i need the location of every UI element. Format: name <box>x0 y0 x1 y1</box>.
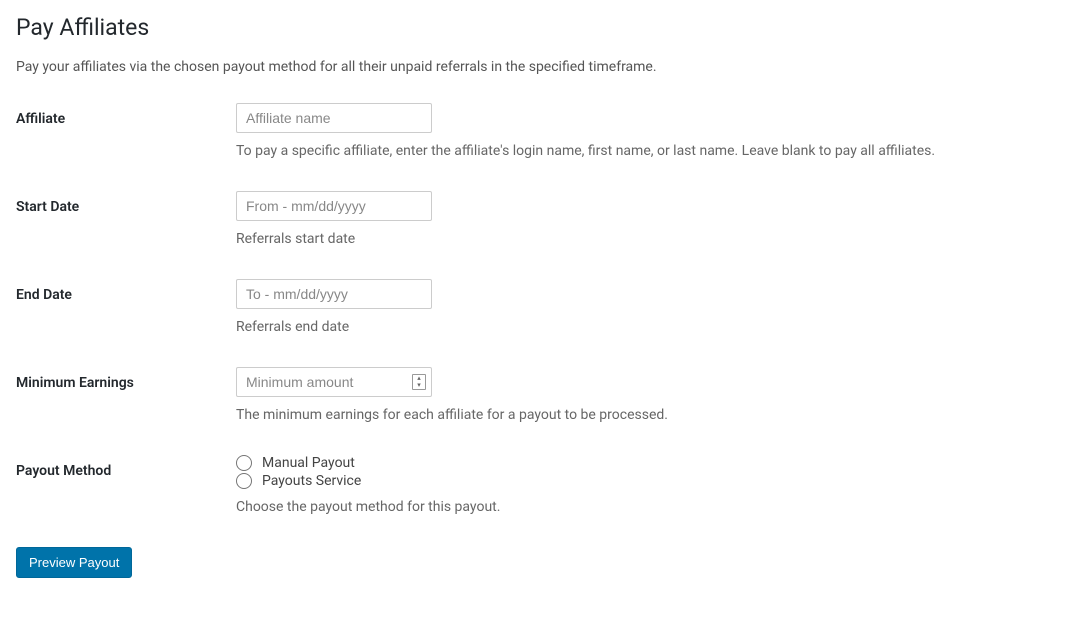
payouts-service-radio[interactable] <box>236 473 252 489</box>
preview-payout-button[interactable]: Preview Payout <box>16 547 132 578</box>
affiliate-input[interactable] <box>236 103 432 133</box>
manual-payout-label[interactable]: Manual Payout <box>262 455 355 471</box>
manual-payout-radio[interactable] <box>236 455 252 471</box>
payout-method-help: Choose the payout method for this payout… <box>236 499 1066 515</box>
end-date-label: End Date <box>16 279 236 303</box>
page-description: Pay your affiliates via the chosen payou… <box>16 59 1066 75</box>
minimum-earnings-label: Minimum Earnings <box>16 367 236 391</box>
start-date-input[interactable] <box>236 191 432 221</box>
end-date-input[interactable] <box>236 279 432 309</box>
payout-method-label: Payout Method <box>16 455 236 479</box>
start-date-help: Referrals start date <box>236 231 1066 247</box>
minimum-earnings-help: The minimum earnings for each affiliate … <box>236 407 1066 423</box>
end-date-help: Referrals end date <box>236 319 1066 335</box>
affiliate-label: Affiliate <box>16 103 236 127</box>
affiliate-help: To pay a specific affiliate, enter the a… <box>236 143 1066 159</box>
start-date-label: Start Date <box>16 191 236 215</box>
payouts-service-label[interactable]: Payouts Service <box>262 473 361 489</box>
page-title: Pay Affiliates <box>16 14 1066 41</box>
minimum-earnings-input[interactable] <box>236 367 432 397</box>
